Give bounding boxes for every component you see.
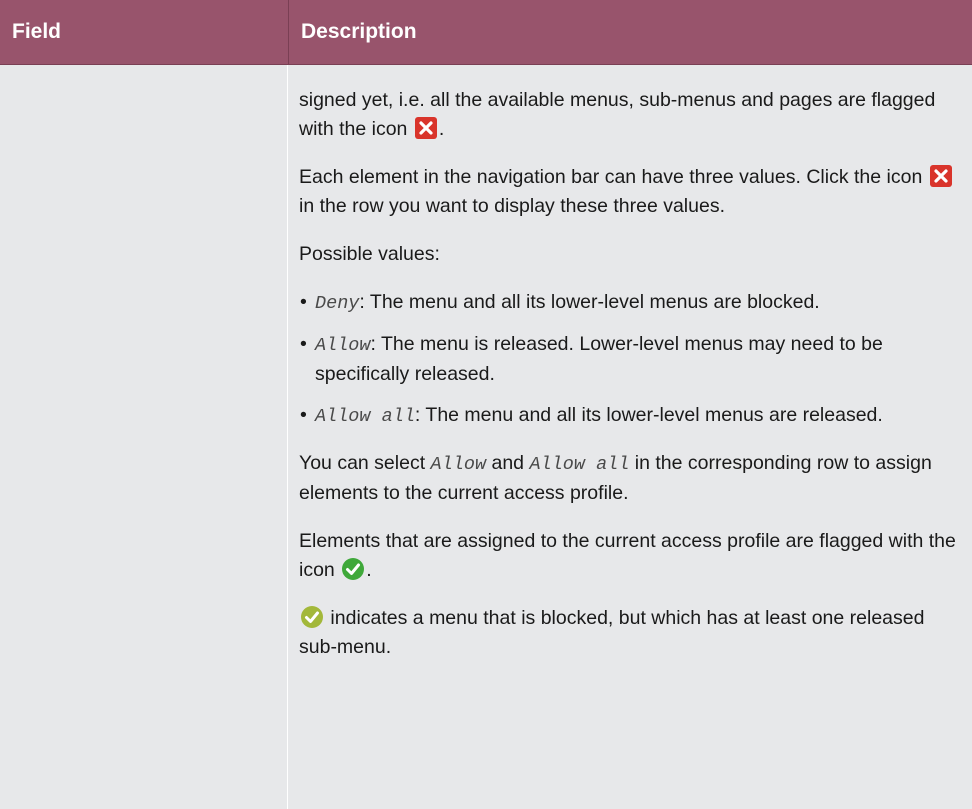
paragraph-3: Possible values: (299, 243, 440, 265)
table-header: Field Description (0, 0, 972, 65)
description-cell: signed yet, i.e. all the available menus… (299, 86, 965, 681)
header-field: Field (12, 20, 62, 43)
paragraph-6: indicates a menu that is blocked, but wh… (299, 606, 925, 658)
yellow-green-check-icon (301, 606, 323, 628)
list-item: Deny: The menu and all its lower-level m… (299, 288, 965, 318)
list-item: Allow all: The menu and all its lower-le… (299, 401, 965, 431)
green-check-icon (342, 558, 365, 580)
paragraph-1: signed yet, i.e. all the available menus… (299, 89, 936, 140)
red-x-icon (414, 117, 437, 139)
list-item: Allow: The menu is released. Lower-level… (299, 330, 965, 389)
values-list: Deny: The menu and all its lower-level m… (299, 288, 965, 431)
paragraph-5: Elements that are assigned to the curren… (299, 530, 956, 581)
column-divider (287, 65, 288, 809)
red-x-icon (929, 165, 952, 187)
paragraph-2: Each element in the navigation bar can h… (299, 163, 965, 221)
header-description: Description (288, 0, 972, 64)
paragraph-4: You can select Allow and Allow all in th… (299, 452, 932, 504)
